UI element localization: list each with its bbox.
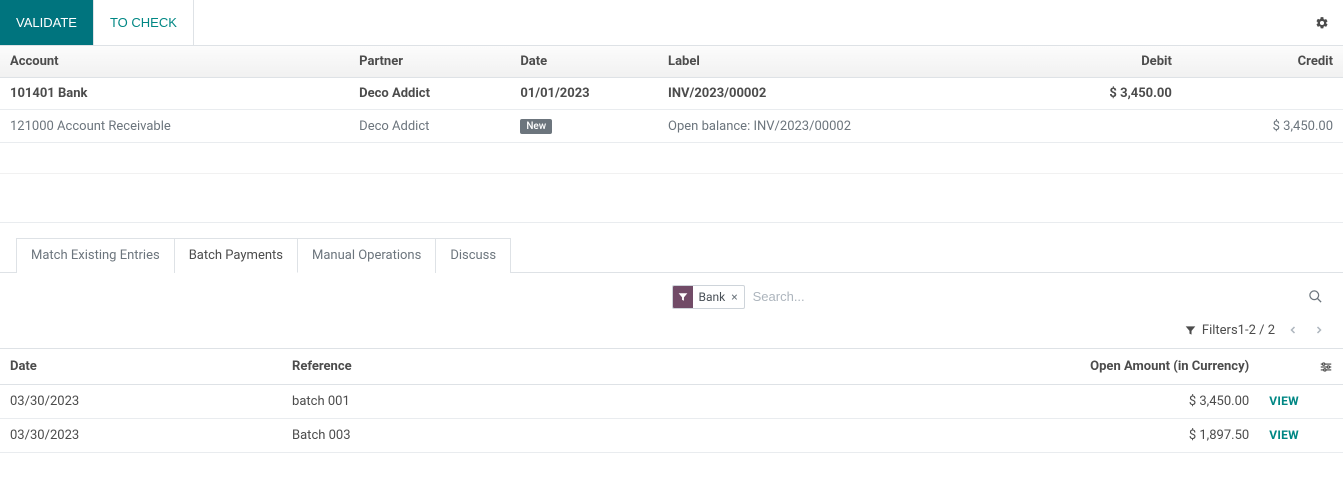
tabs-container: Match Existing Entries Batch Payments Ma… — [0, 223, 1343, 273]
tab-manual-operations[interactable]: Manual Operations — [298, 238, 436, 273]
to-check-button[interactable]: To Check — [93, 0, 194, 45]
chevron-left-icon — [1287, 324, 1299, 336]
cell-account: 121000 Account Receivable — [0, 110, 349, 143]
filters-button[interactable]: Filters — [1185, 323, 1238, 338]
journal-lines-table: Account Partner Date Label Debit Credit … — [0, 46, 1343, 143]
cell-reference: batch 001 — [282, 385, 964, 419]
settings-button[interactable] — [1301, 0, 1343, 45]
cell-credit — [1182, 78, 1343, 110]
batch-payments-table: Date Reference Open Amount (in Currency)… — [0, 348, 1343, 453]
sliders-icon — [1319, 360, 1333, 374]
col-date[interactable]: Date — [510, 46, 658, 78]
col-reference[interactable]: Reference — [282, 349, 964, 385]
filters-label: Filters — [1202, 323, 1238, 338]
close-icon: × — [731, 290, 737, 304]
col-open-amount[interactable]: Open Amount (in Currency) — [964, 349, 1259, 385]
chevron-right-icon — [1313, 324, 1325, 336]
cell-reference: Batch 003 — [282, 419, 964, 453]
filters-row: Filters 1-2 / 2 — [0, 310, 1343, 348]
pager-next-button[interactable] — [1311, 322, 1327, 338]
cell-debit: $ 3,450.00 — [1021, 78, 1182, 110]
col-credit[interactable]: Credit — [1182, 46, 1343, 78]
chip-label: Bank — [693, 288, 728, 306]
cell-label: Open balance: INV/2023/00002 — [658, 110, 1021, 143]
search-box: Bank × — [672, 283, 1328, 310]
cell-open-amount: $ 1,897.50 — [964, 419, 1259, 453]
search-filter-chip: Bank × — [672, 285, 745, 309]
statusbar: Validate To Check — [0, 0, 1343, 46]
tab-batch-payments[interactable]: Batch Payments — [175, 238, 298, 273]
col-partner[interactable]: Partner — [349, 46, 510, 78]
pager-prev-button[interactable] — [1285, 322, 1301, 338]
view-link[interactable]: VIEW — [1269, 428, 1299, 442]
table-row[interactable]: 03/30/2023 Batch 003 $ 1,897.50 VIEW — [0, 419, 1343, 453]
cell-view: VIEW — [1259, 385, 1309, 419]
cell-open-amount: $ 3,450.00 — [964, 385, 1259, 419]
col-settings[interactable] — [1309, 349, 1343, 385]
cell-date: New — [510, 110, 658, 143]
tab-match-existing-entries[interactable]: Match Existing Entries — [16, 238, 175, 273]
cell-partner: Deco Addict — [349, 110, 510, 143]
spacer-band — [0, 143, 1343, 223]
tabs: Match Existing Entries Batch Payments Ma… — [16, 237, 1327, 272]
cell-credit: $ 3,450.00 — [1182, 110, 1343, 143]
search-button[interactable] — [1304, 289, 1327, 304]
cell-empty — [1309, 419, 1343, 453]
table-header-row: Date Reference Open Amount (in Currency) — [0, 349, 1343, 385]
col-debit[interactable]: Debit — [1021, 46, 1182, 78]
table-row[interactable]: 03/30/2023 batch 001 $ 3,450.00 VIEW — [0, 385, 1343, 419]
tab-discuss[interactable]: Discuss — [436, 238, 511, 273]
cell-date: 03/30/2023 — [0, 419, 282, 453]
cell-account: 101401 Bank — [0, 78, 349, 110]
cell-date: 03/30/2023 — [0, 385, 282, 419]
cell-date: 01/01/2023 — [510, 78, 658, 110]
search-icon — [1308, 289, 1323, 304]
chip-remove-button[interactable]: × — [727, 290, 743, 304]
cell-debit — [1021, 110, 1182, 143]
cell-empty — [1309, 385, 1343, 419]
new-badge: New — [520, 119, 552, 134]
col-view — [1259, 349, 1309, 385]
pager: 1-2 / 2 — [1238, 322, 1327, 338]
gear-icon — [1315, 16, 1329, 30]
table-row[interactable]: 121000 Account Receivable Deco Addict Ne… — [0, 110, 1343, 143]
cell-partner: Deco Addict — [349, 78, 510, 110]
validate-button[interactable]: Validate — [0, 0, 93, 45]
pager-text[interactable]: 1-2 / 2 — [1238, 323, 1275, 338]
col-account[interactable]: Account — [0, 46, 349, 78]
search-input[interactable] — [745, 283, 1304, 310]
view-link[interactable]: VIEW — [1269, 394, 1299, 408]
funnel-icon — [1185, 325, 1196, 336]
col-label[interactable]: Label — [658, 46, 1021, 78]
table-header-row: Account Partner Date Label Debit Credit — [0, 46, 1343, 78]
table-row[interactable]: 101401 Bank Deco Addict 01/01/2023 INV/2… — [0, 78, 1343, 110]
funnel-icon — [673, 286, 693, 308]
search-row: Bank × — [0, 273, 1343, 310]
spacer — [194, 0, 1301, 45]
col-date[interactable]: Date — [0, 349, 282, 385]
cell-view: VIEW — [1259, 419, 1309, 453]
cell-label: INV/2023/00002 — [658, 78, 1021, 110]
